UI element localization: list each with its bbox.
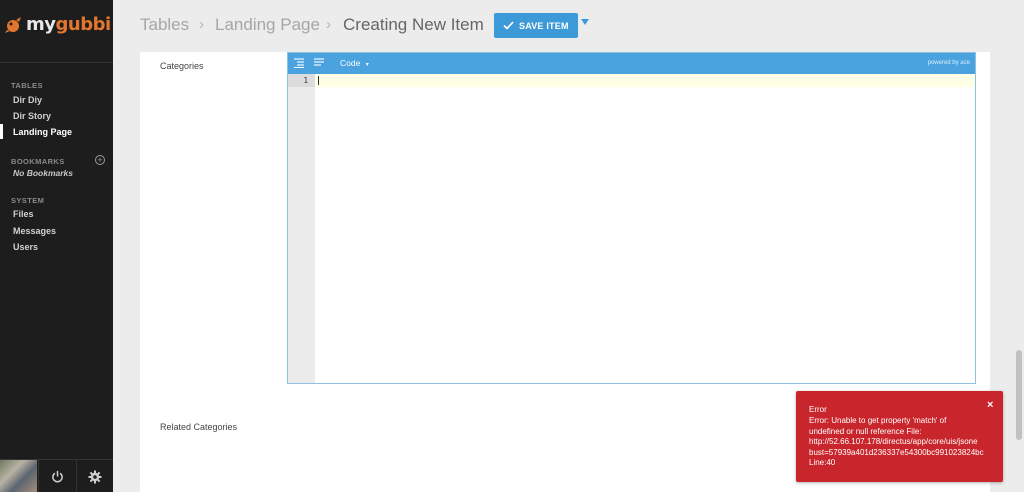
sidebar-section-system: SYSTEM — [11, 196, 45, 205]
breadcrumb-tables[interactable]: Tables — [140, 15, 189, 35]
sidebar-item-messages[interactable]: Messages — [13, 226, 56, 236]
editor-mode-dropdown[interactable]: Code ▾ — [340, 58, 369, 68]
save-options-caret-icon[interactable] — [581, 19, 589, 25]
sidebar: mygubbi TABLES Dir Diy Dir Story Landing… — [0, 0, 113, 492]
editor-gutter — [288, 74, 315, 383]
editor-toolbar: Code ▾ powered by ace — [288, 53, 975, 74]
sidebar-item-dir-story[interactable]: Dir Story — [13, 111, 51, 121]
page-scrollbar[interactable] — [1014, 0, 1024, 492]
powered-by-ace[interactable]: powered by ace — [928, 60, 970, 66]
save-button-label: SAVE ITEM — [519, 20, 569, 31]
power-button[interactable] — [38, 460, 75, 492]
breadcrumb-separator-icon: › — [199, 16, 204, 33]
save-button[interactable]: SAVE ITEM — [494, 13, 578, 38]
page-header: Tables › Landing Page › Creating New Ite… — [113, 0, 1024, 52]
breadcrumb-separator-icon: › — [326, 16, 331, 33]
field-label-categories: Categories — [160, 61, 204, 71]
format-json-icon[interactable] — [294, 58, 305, 68]
chevron-down-icon: ▾ — [365, 62, 369, 68]
sidebar-item-dir-diy[interactable]: Dir Diy — [13, 95, 42, 105]
editor-active-line[interactable] — [315, 74, 975, 87]
breadcrumb-landing-page[interactable]: Landing Page — [215, 15, 320, 35]
field-label-related-categories: Related Categories — [160, 422, 238, 432]
logo-text: mygubbi — [26, 14, 111, 35]
error-toast-title: Error — [809, 405, 827, 414]
editor-mode-label: Code — [340, 58, 361, 68]
sidebar-divider — [0, 62, 113, 63]
sidebar-section-bookmarks: BOOKMARKS — [11, 157, 65, 166]
error-toast-message: Error: Unable to get property 'match' of… — [809, 416, 984, 467]
add-bookmark-icon[interactable]: + — [95, 155, 105, 165]
compact-json-icon[interactable] — [314, 58, 325, 67]
error-toast: Error Error: Unable to get property 'mat… — [796, 391, 1003, 482]
close-icon[interactable]: × — [987, 399, 993, 411]
no-bookmarks-text: No Bookmarks — [13, 168, 73, 178]
sidebar-active-indicator — [0, 124, 3, 139]
code-editor[interactable]: Code ▾ powered by ace 1 — [287, 52, 976, 384]
sidebar-footer — [0, 459, 113, 492]
sidebar-item-files[interactable]: Files — [13, 209, 34, 219]
settings-button[interactable] — [76, 460, 113, 492]
logo-text-my: my — [26, 13, 56, 35]
gear-icon — [88, 470, 102, 483]
scrollbar-thumb[interactable] — [1016, 350, 1022, 440]
page-title: Creating New Item — [343, 15, 484, 34]
avatar[interactable] — [0, 460, 37, 492]
editor-line-number: 1 — [303, 76, 308, 85]
sidebar-section-tables: TABLES — [11, 81, 43, 90]
logo-text-gubbi: gubbi — [55, 13, 112, 35]
sidebar-item-users[interactable]: Users — [13, 242, 38, 252]
check-icon — [503, 21, 514, 30]
sidebar-item-landing-page[interactable]: Landing Page — [13, 127, 72, 137]
app-logo[interactable]: mygubbi — [4, 11, 111, 37]
power-icon — [51, 470, 63, 483]
editor-cursor — [318, 76, 319, 85]
logo-icon — [4, 14, 24, 34]
